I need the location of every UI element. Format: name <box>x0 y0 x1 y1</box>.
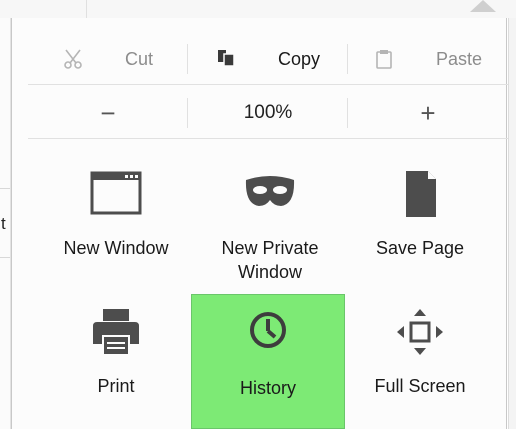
cut-label: Cut <box>124 48 153 69</box>
page-icon <box>393 170 447 224</box>
zoom-level: 100% <box>243 102 293 123</box>
history-button[interactable]: History <box>191 294 345 429</box>
new-window-button[interactable]: New Window <box>40 162 192 294</box>
fullscreen-arrows-icon <box>393 308 447 362</box>
printer-icon <box>89 308 143 362</box>
new-private-window-button[interactable]: New Private Window <box>194 162 346 294</box>
new-private-window-label: New Private Window <box>221 236 318 284</box>
background-divider <box>86 0 87 18</box>
clipboard-icon <box>374 48 396 70</box>
save-page-label: Save Page <box>375 238 465 258</box>
divider <box>28 84 508 85</box>
history-label: History <box>239 378 296 398</box>
plus-icon: + <box>420 98 436 128</box>
full-screen-button[interactable]: Full Screen <box>344 300 496 432</box>
zoom-controls: − 100% + <box>28 94 508 132</box>
full-screen-label: Full Screen <box>374 376 466 396</box>
edit-controls: Cut Copy Paste <box>28 40 508 78</box>
zoom-reset-button[interactable]: 100% <box>188 94 348 132</box>
clock-icon <box>241 310 295 364</box>
print-button[interactable]: Print <box>40 300 192 432</box>
background-rule <box>0 257 10 258</box>
copy-button[interactable]: Copy <box>188 40 348 78</box>
paste-label: Paste <box>435 48 483 69</box>
zoom-out-button[interactable]: − <box>28 94 188 132</box>
new-private-window-label-line1: New Private <box>221 238 319 258</box>
cut-button[interactable]: Cut <box>28 40 188 78</box>
paste-button[interactable]: Paste <box>348 40 508 78</box>
background-scrollbar <box>508 18 516 429</box>
scissors-icon <box>63 48 85 70</box>
new-window-label: New Window <box>63 238 169 258</box>
background-text: t <box>1 214 6 233</box>
zoom-in-button[interactable]: + <box>348 94 508 132</box>
background-rule <box>0 188 10 189</box>
new-private-window-label-line2: Window <box>237 262 303 282</box>
background-toolbar <box>0 0 516 18</box>
mask-icon <box>243 170 297 224</box>
print-label: Print <box>97 376 135 396</box>
copy-icon <box>216 48 238 70</box>
panel-arrow <box>470 0 496 12</box>
minus-icon: − <box>100 98 116 128</box>
save-page-button[interactable]: Save Page <box>344 162 496 294</box>
window-icon <box>89 170 143 224</box>
menu-panel: Cut Copy Paste − 100% + New Window New P… <box>11 18 508 432</box>
copy-label: Copy <box>277 48 321 69</box>
divider <box>28 138 508 139</box>
